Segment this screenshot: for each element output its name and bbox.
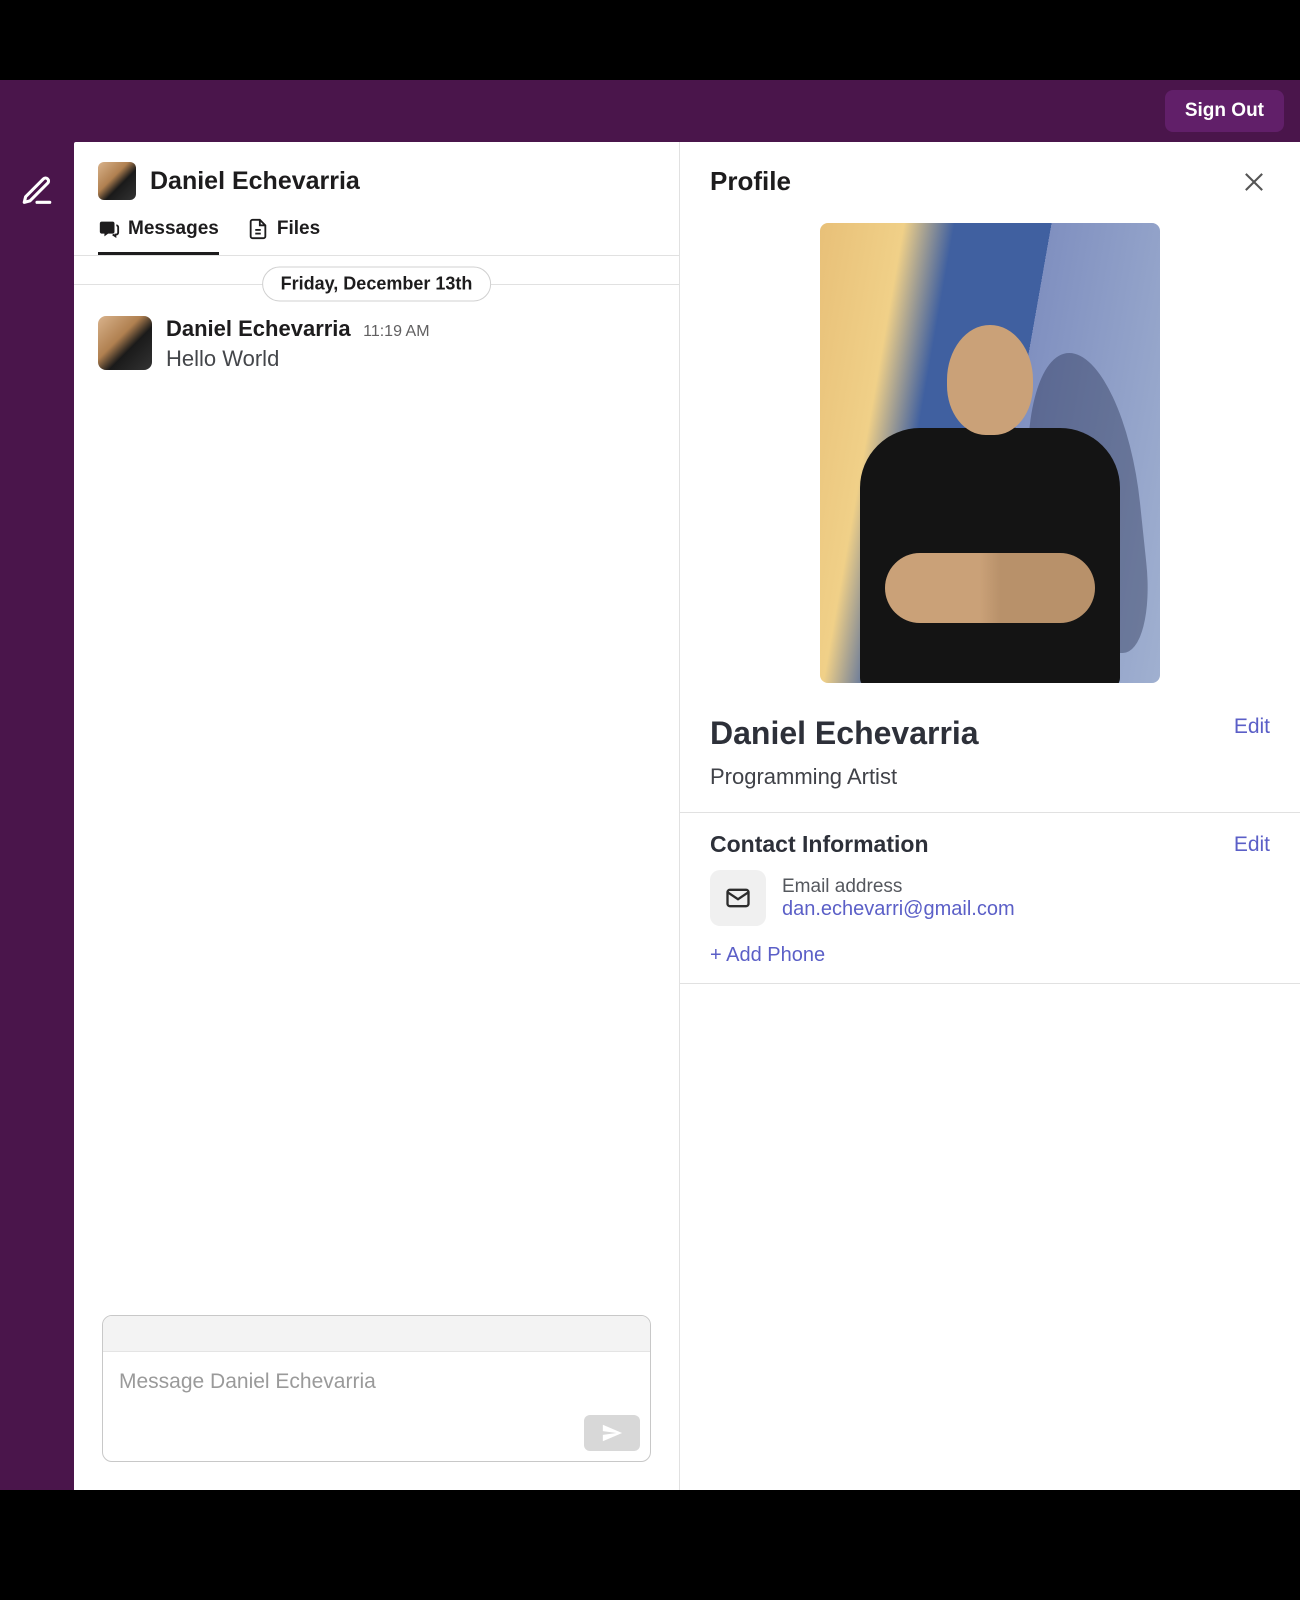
message-body: Daniel Echevarria 11:19 AM Hello World	[166, 316, 430, 372]
profile-title: Programming Artist	[680, 756, 1300, 812]
profile-header: Profile	[680, 142, 1300, 203]
workspace: Daniel Echevarria Messages	[0, 142, 1300, 1490]
contact-section: Contact Information Edit Email address	[680, 813, 1300, 983]
tab-messages-label: Messages	[128, 218, 219, 240]
message-item: Daniel Echevarria 11:19 AM Hello World	[98, 308, 655, 380]
message-avatar[interactable]	[98, 316, 152, 370]
composer-actions	[103, 1409, 650, 1461]
email-label: Email address	[782, 876, 1015, 898]
close-profile-button[interactable]	[1240, 168, 1268, 196]
contact-heading: Contact Information	[710, 831, 929, 858]
chat-title[interactable]: Daniel Echevarria	[150, 167, 360, 196]
email-icon-box	[710, 870, 766, 926]
topbar: Sign Out	[0, 80, 1300, 142]
messages-icon	[98, 218, 120, 240]
profile-photo[interactable]	[820, 223, 1160, 683]
message-time: 11:19 AM	[363, 323, 429, 340]
chat-tabs: Messages Files	[74, 210, 679, 256]
tab-files[interactable]: Files	[247, 218, 320, 255]
close-icon	[1240, 168, 1268, 196]
tab-messages[interactable]: Messages	[98, 218, 219, 255]
date-divider: Friday, December 13th	[74, 268, 679, 300]
composer	[102, 1315, 651, 1462]
message-text: Hello World	[166, 346, 430, 372]
chat-header: Daniel Echevarria	[74, 142, 679, 210]
composer-toolbar[interactable]	[103, 1316, 650, 1352]
contact-head: Contact Information Edit	[710, 831, 1270, 858]
sign-out-button[interactable]: Sign Out	[1165, 90, 1284, 132]
main-panels: Daniel Echevarria Messages	[74, 142, 1300, 1490]
photo-head	[947, 325, 1033, 435]
letterbox-bottom	[0, 1490, 1300, 1600]
chat-header-avatar[interactable]	[98, 162, 136, 200]
contact-email-text: Email address dan.echevarri@gmail.com	[782, 876, 1015, 921]
message-input[interactable]	[103, 1352, 650, 1404]
email-value[interactable]: dan.echevarri@gmail.com	[782, 898, 1015, 921]
composer-wrap	[74, 1301, 679, 1490]
edit-profile-link[interactable]: Edit	[1234, 715, 1270, 739]
profile-name: Daniel Echevarria	[710, 715, 979, 752]
compose-button[interactable]	[20, 174, 54, 208]
chat-panel: Daniel Echevarria Messages	[74, 142, 680, 1490]
app-root: Sign Out Daniel Echevarria	[0, 80, 1300, 1490]
profile-id-row: Daniel Echevarria Edit	[680, 701, 1300, 756]
contact-email-row: Email address dan.echevarri@gmail.com	[710, 870, 1270, 926]
edit-contact-link[interactable]: Edit	[1234, 833, 1270, 857]
profile-panel: Profile Daniel	[680, 142, 1300, 1490]
compose-icon	[20, 174, 54, 208]
profile-photo-wrap	[680, 203, 1300, 701]
send-button[interactable]	[584, 1415, 640, 1451]
tab-files-label: Files	[277, 218, 320, 240]
add-phone-link[interactable]: + Add Phone	[710, 938, 1270, 973]
send-icon	[601, 1422, 623, 1444]
message-list: Daniel Echevarria 11:19 AM Hello World	[74, 300, 679, 1301]
date-pill[interactable]: Friday, December 13th	[262, 267, 492, 302]
files-icon	[247, 218, 269, 240]
profile-heading: Profile	[710, 166, 791, 197]
side-rail	[0, 142, 74, 1490]
photo-arms	[885, 553, 1095, 623]
message-sender[interactable]: Daniel Echevarria	[166, 316, 351, 342]
letterbox-top	[0, 0, 1300, 80]
divider-2	[680, 983, 1300, 984]
email-icon	[724, 884, 752, 912]
